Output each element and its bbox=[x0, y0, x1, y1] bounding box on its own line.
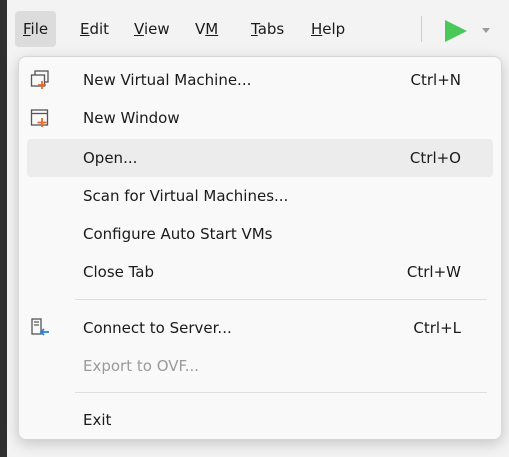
menu-item-label: New Window bbox=[83, 109, 180, 127]
menu-view[interactable]: View bbox=[126, 11, 178, 47]
menu-separator bbox=[75, 392, 487, 393]
menu-edit[interactable]: Edit bbox=[72, 11, 117, 47]
menu-bar: File Edit View VM Tabs Help bbox=[7, 0, 509, 58]
new-window-icon bbox=[30, 109, 49, 127]
connect-server-icon bbox=[31, 318, 49, 336]
menu-item-open[interactable]: Open... Ctrl+O bbox=[27, 139, 493, 177]
toolbar-separator bbox=[421, 16, 422, 42]
menu-vm[interactable]: VM bbox=[187, 11, 226, 47]
menu-item-exit[interactable]: Exit bbox=[27, 401, 493, 439]
menu-item-label: Configure Auto Start VMs bbox=[83, 225, 273, 243]
menu-item-label: Export to OVF... bbox=[83, 357, 200, 375]
menu-item-label: Exit bbox=[83, 411, 112, 429]
menu-item-shortcut: Ctrl+N bbox=[410, 71, 461, 89]
window-left-edge bbox=[0, 0, 7, 457]
play-icon[interactable] bbox=[441, 18, 469, 44]
menu-item-label: Scan for Virtual Machines... bbox=[83, 187, 289, 205]
menu-tabs[interactable]: Tabs bbox=[243, 11, 292, 47]
menu-item-new-virtual-machine[interactable]: New Virtual Machine... Ctrl+N bbox=[27, 61, 493, 99]
menu-file[interactable]: File bbox=[15, 11, 57, 47]
menu-help[interactable]: Help bbox=[303, 11, 353, 47]
menu-item-new-window[interactable]: New Window bbox=[27, 99, 493, 137]
menu-separator bbox=[75, 299, 487, 300]
menu-item-shortcut: Ctrl+L bbox=[413, 319, 461, 337]
menu-item-configure-auto-start[interactable]: Configure Auto Start VMs bbox=[27, 215, 493, 253]
menu-item-label: Connect to Server... bbox=[83, 319, 232, 337]
file-menu-dropdown: New Virtual Machine... Ctrl+N New Window… bbox=[18, 56, 502, 440]
menu-item-label: New Virtual Machine... bbox=[83, 71, 252, 89]
menu-item-label: Close Tab bbox=[83, 263, 155, 281]
menu-item-close-tab[interactable]: Close Tab Ctrl+W bbox=[27, 253, 493, 291]
menu-item-shortcut: Ctrl+O bbox=[409, 149, 461, 167]
menu-item-connect-to-server[interactable]: Connect to Server... Ctrl+L bbox=[27, 309, 493, 347]
menu-item-scan-virtual-machines[interactable]: Scan for Virtual Machines... bbox=[27, 177, 493, 215]
new-vm-icon bbox=[30, 70, 49, 89]
menu-item-label: Open... bbox=[83, 149, 138, 167]
menu-item-export-to-ovf: Export to OVF... bbox=[27, 347, 493, 385]
menu-item-shortcut: Ctrl+W bbox=[406, 263, 461, 281]
chevron-down-icon[interactable] bbox=[481, 27, 491, 35]
